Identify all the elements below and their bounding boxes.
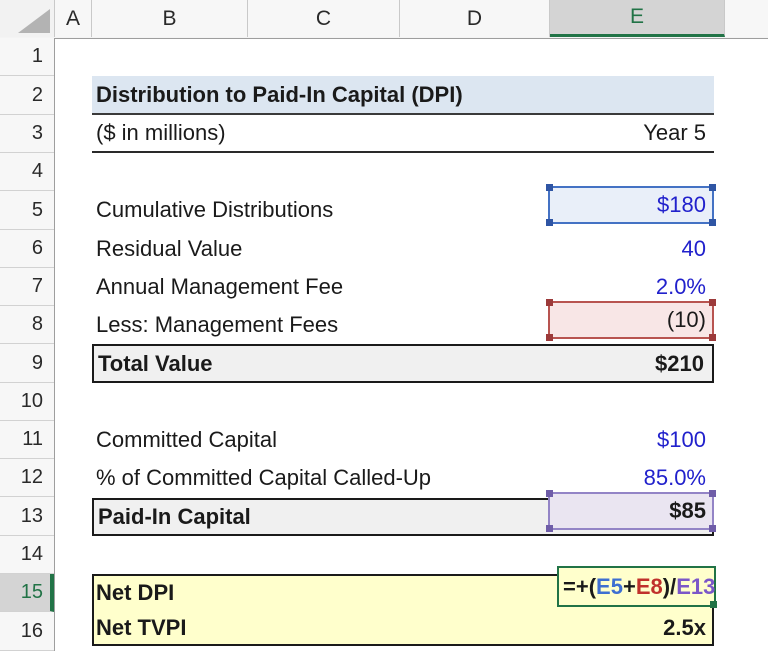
cell-title[interactable]: Distribution to Paid-In Capital (DPI) [92, 76, 714, 115]
row-header-16[interactable]: 16 [0, 612, 54, 651]
column-header-a[interactable]: A [55, 0, 92, 37]
row-header-7[interactable]: 7 [0, 268, 54, 306]
formula-text[interactable]: =+(E5 + E8)/E13 [563, 568, 715, 605]
column-header-d[interactable]: D [400, 0, 550, 37]
row-total-value: Total Value $210 [92, 344, 714, 383]
row-header-4[interactable]: 4 [0, 153, 54, 191]
select-all-triangle-icon [18, 9, 50, 33]
row-header-8[interactable]: 8 [0, 306, 54, 344]
spreadsheet: A B C D E 1 2 3 4 5 6 7 8 9 10 11 12 13 … [0, 0, 768, 651]
column-header-spacer [725, 0, 768, 37]
row-header-5[interactable]: 5 [0, 191, 54, 230]
row-header-10[interactable]: 10 [0, 383, 54, 421]
cell-e16[interactable]: 2.5x [663, 615, 714, 641]
row-header-11[interactable]: 11 [0, 421, 54, 459]
row-header-6[interactable]: 6 [0, 230, 54, 268]
row-header-3[interactable]: 3 [0, 115, 54, 153]
cell-units-label[interactable]: ($ in millions) [92, 120, 226, 146]
cell-e9[interactable]: $210 [655, 351, 712, 377]
row-net-tvpi: Net TVPI 2.5x [92, 610, 714, 646]
cell-b12[interactable]: % of Committed Capital Called-Up [92, 465, 431, 491]
row-header-1[interactable]: 1 [0, 38, 54, 76]
formula-ref-e13: E13 [676, 573, 716, 599]
cell-b5[interactable]: Cumulative Distributions [92, 197, 333, 223]
row-header-bar: 1 2 3 4 5 6 7 8 9 10 11 12 13 14 15 16 [0, 38, 55, 651]
formula-operator: + [622, 573, 636, 599]
cell-e7[interactable]: 2.0% [656, 274, 714, 300]
cell-b11[interactable]: Committed Capital [92, 427, 277, 453]
row-header-9[interactable]: 9 [0, 344, 54, 383]
row-header-14[interactable]: 14 [0, 536, 54, 574]
column-header-b[interactable]: B [92, 0, 248, 37]
row-committed-capital: Committed Capital $100 [92, 421, 714, 459]
column-header-c[interactable]: C [248, 0, 400, 37]
column-header-bar: A B C D E [0, 0, 768, 39]
fill-handle[interactable] [710, 601, 717, 608]
row-header-12[interactable]: 12 [0, 459, 54, 497]
cell-e12[interactable]: 85.0% [644, 465, 714, 491]
cell-e5[interactable]: $180 [548, 186, 714, 224]
column-header-e[interactable]: E [550, 0, 725, 37]
cell-b8[interactable]: Less: Management Fees [92, 312, 338, 338]
select-all-button[interactable] [0, 0, 55, 37]
cell-b9[interactable]: Total Value [94, 351, 213, 377]
cell-e8[interactable]: (10) [548, 301, 714, 339]
cell-period-label[interactable]: Year 5 [643, 120, 714, 146]
cell-e11[interactable]: $100 [657, 427, 714, 453]
cell-e6[interactable]: 40 [682, 236, 714, 262]
row-header-15[interactable]: 15 [0, 574, 54, 612]
cell-b15[interactable]: Net DPI [92, 580, 174, 606]
cell-e13[interactable]: $85 [548, 492, 714, 530]
row-header-13[interactable]: 13 [0, 497, 54, 536]
row-header-2[interactable]: 2 [0, 76, 54, 115]
formula-operator: =+( [563, 573, 597, 599]
cell-b6[interactable]: Residual Value [92, 236, 242, 262]
formula-operator: )/ [662, 573, 677, 599]
cell-b7[interactable]: Annual Management Fee [92, 274, 343, 300]
row-residual-value: Residual Value 40 [92, 230, 714, 268]
cell-b13[interactable]: Paid-In Capital [94, 504, 251, 530]
formula-ref-e8: E8 [635, 573, 663, 599]
subtitle-row: ($ in millions) Year 5 [92, 115, 714, 153]
formula-edit-cell-e15[interactable]: =+(E5 + E8)/E13 [557, 566, 717, 608]
cell-b16[interactable]: Net TVPI [92, 615, 186, 641]
formula-ref-e5: E5 [596, 573, 623, 599]
